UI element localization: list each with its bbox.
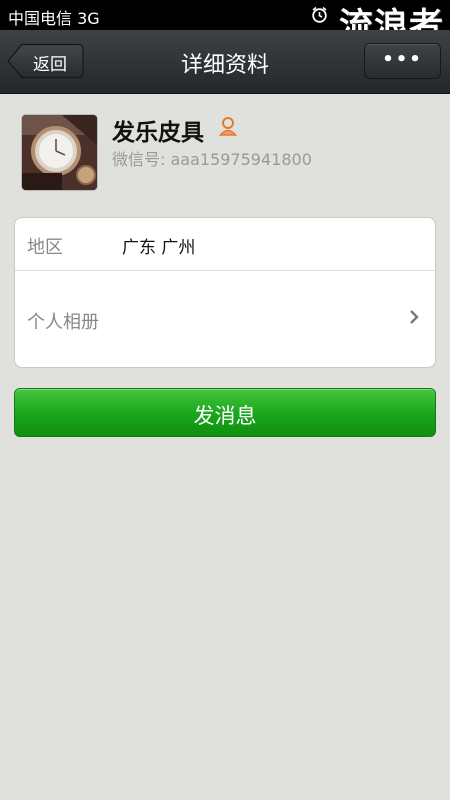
region-row: 地区 广东 广州 bbox=[15, 218, 435, 271]
album-row[interactable]: 个人相册 bbox=[15, 271, 435, 367]
user-icon bbox=[218, 116, 238, 140]
more-button[interactable]: ••• bbox=[364, 43, 441, 79]
chevron-right-icon bbox=[409, 309, 419, 329]
region-label: 地区 bbox=[27, 237, 63, 258]
album-label: 个人相册 bbox=[27, 312, 99, 333]
carrier-label: 中国电信 3G bbox=[8, 9, 100, 28]
region-value: 广东 广州 bbox=[122, 238, 196, 258]
nickname: 发乐皮具 bbox=[112, 120, 204, 146]
info-card: 地区 广东 广州 个人相册 bbox=[14, 217, 436, 368]
wechat-id: 微信号: aaa15975941800 bbox=[112, 150, 312, 169]
alarm-clock-icon bbox=[311, 6, 328, 27]
send-message-label: 发消息 bbox=[193, 404, 257, 428]
title-bar: 返回 详细资料 ••• bbox=[0, 30, 450, 94]
send-message-button[interactable]: 发消息 bbox=[14, 388, 436, 437]
watch-photo bbox=[22, 115, 97, 190]
status-bar: 中国电信 3G 流浪者 bbox=[0, 0, 450, 46]
more-icon: ••• bbox=[382, 49, 423, 70]
avatar[interactable] bbox=[21, 114, 98, 191]
